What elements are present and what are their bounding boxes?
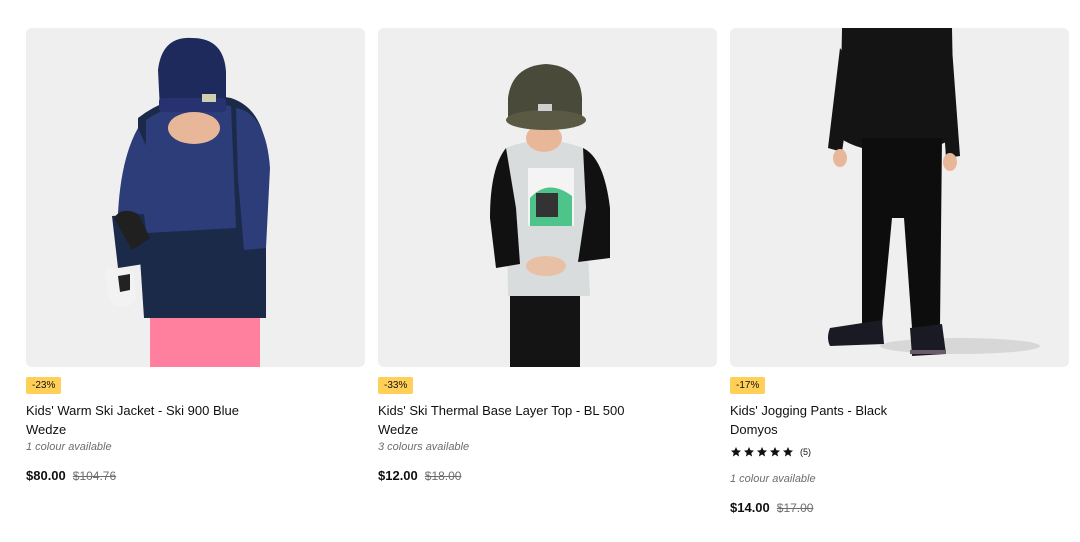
star-icon xyxy=(770,447,780,457)
product-title[interactable]: Kids' Ski Thermal Base Layer Top - BL 50… xyxy=(378,402,717,420)
star-icon xyxy=(731,447,741,457)
colours-available: 3 colours available xyxy=(378,441,470,453)
star-icon xyxy=(744,447,754,457)
product-brand: Wedze xyxy=(26,422,67,437)
current-price: $12.00 xyxy=(378,468,418,483)
star-icon xyxy=(783,447,793,457)
rating-stars xyxy=(730,446,794,458)
kid-thermal-top-illustration xyxy=(490,64,610,367)
kid-jogging-pants-illustration xyxy=(828,28,1040,356)
product-card-thermal-top[interactable]: -33% Kids' Ski Thermal Base Layer Top - … xyxy=(378,28,717,515)
product-title[interactable]: Kids' Warm Ski Jacket - Ski 900 Blue xyxy=(26,402,365,420)
product-brand: Domyos xyxy=(730,422,778,437)
price-row: $12.00 $18.00 xyxy=(378,468,717,483)
rating-count: (5) xyxy=(800,447,811,457)
product-card-ski-jacket[interactable]: -23% Kids' Warm Ski Jacket - Ski 900 Blu… xyxy=(26,28,365,515)
product-grid: -23% Kids' Warm Ski Jacket - Ski 900 Blu… xyxy=(26,28,1069,515)
product-image[interactable] xyxy=(730,28,1069,367)
price-row: $80.00 $104.76 xyxy=(26,468,365,483)
product-image[interactable] xyxy=(378,28,717,367)
product-image[interactable] xyxy=(26,28,365,367)
original-price: $104.76 xyxy=(72,469,117,483)
discount-badge: -17% xyxy=(730,377,766,394)
colours-available: 1 colour available xyxy=(730,473,816,485)
star-icon xyxy=(757,447,767,457)
rating[interactable]: (5) xyxy=(730,445,1069,459)
original-price: $17.00 xyxy=(776,501,814,515)
discount-badge: -33% xyxy=(378,377,414,394)
kid-ski-jacket-illustration xyxy=(105,37,270,367)
product-brand: Wedze xyxy=(378,422,419,437)
discount-badge: -23% xyxy=(26,377,62,394)
price-row: $14.00 $17.00 xyxy=(730,500,1069,515)
product-title[interactable]: Kids' Jogging Pants - Black xyxy=(730,402,1069,420)
colours-available: 1 colour available xyxy=(26,441,112,453)
original-price: $18.00 xyxy=(424,469,462,483)
current-price: $14.00 xyxy=(730,500,770,515)
current-price: $80.00 xyxy=(26,468,66,483)
product-card-jogging-pants[interactable]: -17% Kids' Jogging Pants - Black Domyos … xyxy=(730,28,1069,515)
